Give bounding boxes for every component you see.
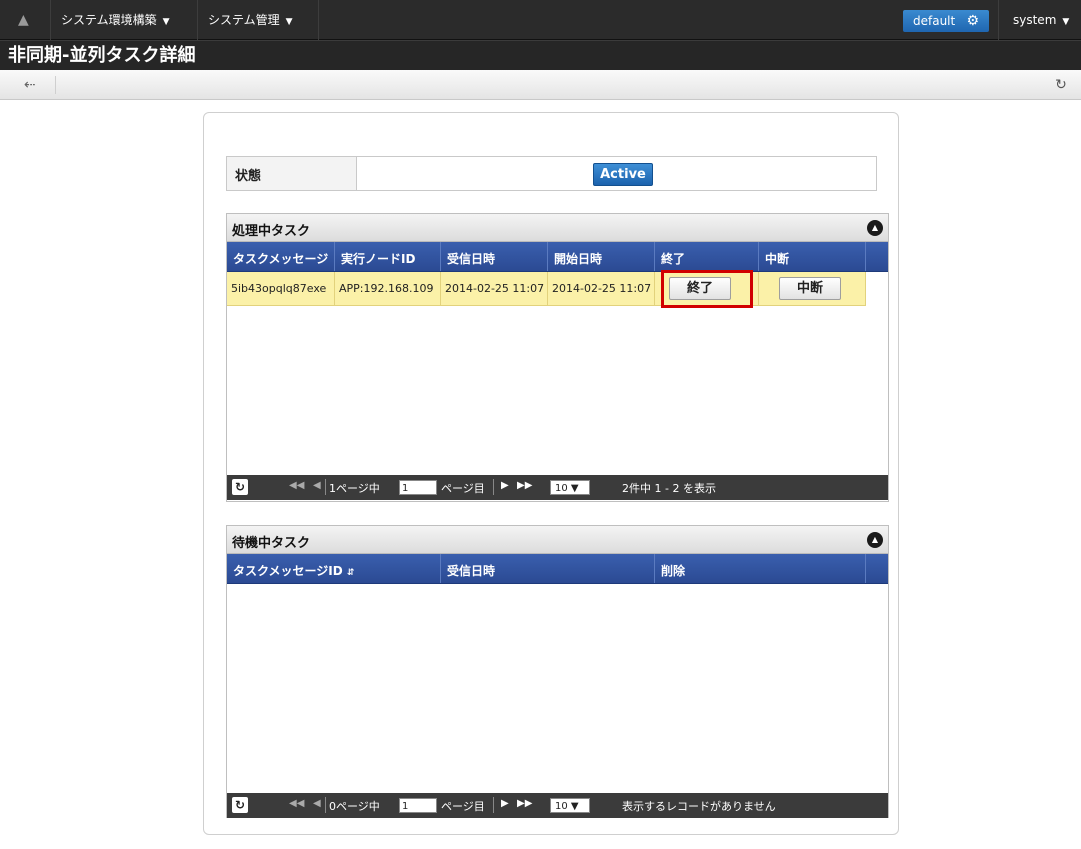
per-page-value: 10 — [555, 801, 568, 812]
home-icon[interactable]: ▲ — [18, 12, 34, 28]
pager: ↻ ◀◀ ◀ 0ページ中 1 ページ目 ▶ ▶▶ 10 ▼ 表示するレコードがあ… — [227, 793, 888, 818]
back-button[interactable]: ⇠ — [16, 76, 56, 94]
col-delete[interactable]: 削除 — [655, 554, 866, 583]
page-suffix: ページ目 — [441, 800, 485, 813]
refresh-icon[interactable]: ↻ — [232, 797, 248, 813]
nav-divider — [318, 0, 320, 40]
abort-button[interactable]: 中断 — [779, 277, 841, 300]
col-task-message-id[interactable]: タスクメッセージID ⇵ — [227, 554, 441, 583]
table-row[interactable]: 5ib43opqlq87exe APP:192.168.109 2014-02-… — [227, 272, 866, 306]
panel-title: 待機中タスク — [232, 536, 311, 551]
grid-column-header: タスクメッセージID ⇵ 受信日時 削除 — [227, 554, 888, 584]
last-page-icon[interactable]: ▶▶ — [517, 798, 532, 809]
panel-header: 待機中タスク ▲ — [227, 526, 888, 554]
status-label: 状態 — [227, 157, 357, 190]
collapse-icon[interactable]: ▲ — [867, 220, 883, 236]
col-started[interactable]: 開始日時 — [548, 242, 655, 271]
toolbar: ⇠ ↻ — [0, 70, 1081, 100]
last-page-icon[interactable]: ▶▶ — [517, 480, 532, 491]
tenant-button[interactable]: default ⚙ — [903, 10, 989, 32]
first-page-icon[interactable]: ◀◀ — [289, 480, 304, 491]
grid-body — [227, 584, 888, 793]
page-input[interactable]: 1 — [399, 798, 437, 813]
refresh-icon: ↻ — [1055, 77, 1067, 93]
title-bar: 非同期-並列タスク詳細 — [0, 40, 1081, 70]
pager-divider — [493, 797, 494, 813]
cell-message-id: 5ib43opqlq87exe — [227, 272, 335, 305]
user-menu[interactable]: system ▼ — [998, 0, 1081, 40]
col-label: タスクメッセージID — [233, 564, 343, 578]
detail-card: 状態 Active 処理中タスク ▲ タスクメッセージ 実行ノードID 受信日時… — [203, 112, 899, 835]
cell-abort: 中断 — [759, 272, 866, 305]
panel-header: 処理中タスク ▲ — [227, 214, 888, 242]
menu-system-env[interactable]: システム環境構築 ▼ — [50, 0, 180, 40]
tenant-label: default — [913, 14, 956, 28]
reload-button[interactable]: ↻ — [1051, 76, 1071, 94]
first-page-icon[interactable]: ◀◀ — [289, 798, 304, 809]
page-input[interactable]: 1 — [399, 480, 437, 495]
status-cell: Active — [357, 157, 876, 190]
user-label: system — [1013, 13, 1057, 27]
prev-page-icon[interactable]: ◀ — [313, 480, 321, 491]
caret-down-icon: ▼ — [162, 17, 170, 27]
menu-system-admin-label: システム管理 — [208, 13, 280, 27]
menu-system-env-label: システム環境構築 — [61, 13, 157, 27]
col-received[interactable]: 受信日時 — [441, 242, 548, 271]
sort-icon: ⇵ — [346, 568, 355, 578]
processing-tasks-panel: 処理中タスク ▲ タスクメッセージ 実行ノードID 受信日時 開始日時 終了 中… — [226, 213, 889, 502]
gear-icon: ⚙ — [966, 13, 979, 29]
next-page-icon[interactable]: ▶ — [501, 480, 509, 491]
status-table: 状態 Active — [226, 156, 877, 191]
page-prefix: 0ページ中 — [329, 800, 380, 813]
highlight-box — [661, 270, 753, 308]
col-abort[interactable]: 中断 — [759, 242, 866, 271]
waiting-tasks-panel: 待機中タスク ▲ タスクメッセージID ⇵ 受信日時 削除 ↻ ◀◀ ◀ 0ペー… — [226, 525, 889, 818]
menu-system-admin[interactable]: システム管理 ▼ — [197, 0, 303, 40]
next-page-icon[interactable]: ▶ — [501, 798, 509, 809]
pager-divider — [325, 797, 326, 813]
pager: ↻ ◀◀ ◀ 1ページ中 1 ページ目 ▶ ▶▶ 10 ▼ 2件中 1 - 2 … — [227, 475, 888, 500]
page-title: 非同期-並列タスク詳細 — [8, 45, 196, 66]
caret-down-icon: ▼ — [1062, 17, 1070, 27]
per-page-select[interactable]: 10 ▼ — [550, 798, 590, 813]
page-suffix: ページ目 — [441, 482, 485, 495]
arrow-left-icon: ⇠ — [24, 77, 36, 93]
per-page-value: 10 — [555, 483, 568, 494]
record-summary: 2件中 1 - 2 を表示 — [622, 482, 716, 495]
cell-node-id: APP:192.168.109 — [335, 272, 441, 305]
col-task-message[interactable]: タスクメッセージ — [227, 242, 335, 271]
collapse-icon[interactable]: ▲ — [867, 532, 883, 548]
top-nav-bar: ▲ システム環境構築 ▼ システム管理 ▼ default ⚙ system ▼ — [0, 0, 1081, 40]
col-filler — [866, 554, 888, 583]
page-prefix: 1ページ中 — [329, 482, 380, 495]
col-filler — [866, 242, 888, 271]
cell-started: 2014-02-25 11:07 — [548, 272, 655, 305]
col-finish[interactable]: 終了 — [655, 242, 759, 271]
per-page-select[interactable]: 10 ▼ — [550, 480, 590, 495]
status-badge: Active — [593, 163, 653, 186]
grid-column-header: タスクメッセージ 実行ノードID 受信日時 開始日時 終了 中断 — [227, 242, 888, 272]
refresh-icon[interactable]: ↻ — [232, 479, 248, 495]
col-node-id[interactable]: 実行ノードID — [335, 242, 441, 271]
pager-divider — [493, 479, 494, 495]
cell-received: 2014-02-25 11:07 — [441, 272, 548, 305]
col-received[interactable]: 受信日時 — [441, 554, 655, 583]
grid-body: 5ib43opqlq87exe APP:192.168.109 2014-02-… — [227, 270, 888, 475]
record-summary: 表示するレコードがありません — [622, 800, 776, 813]
pager-divider — [325, 479, 326, 495]
panel-title: 処理中タスク — [232, 224, 311, 239]
prev-page-icon[interactable]: ◀ — [313, 798, 321, 809]
caret-down-icon: ▼ — [285, 17, 293, 27]
